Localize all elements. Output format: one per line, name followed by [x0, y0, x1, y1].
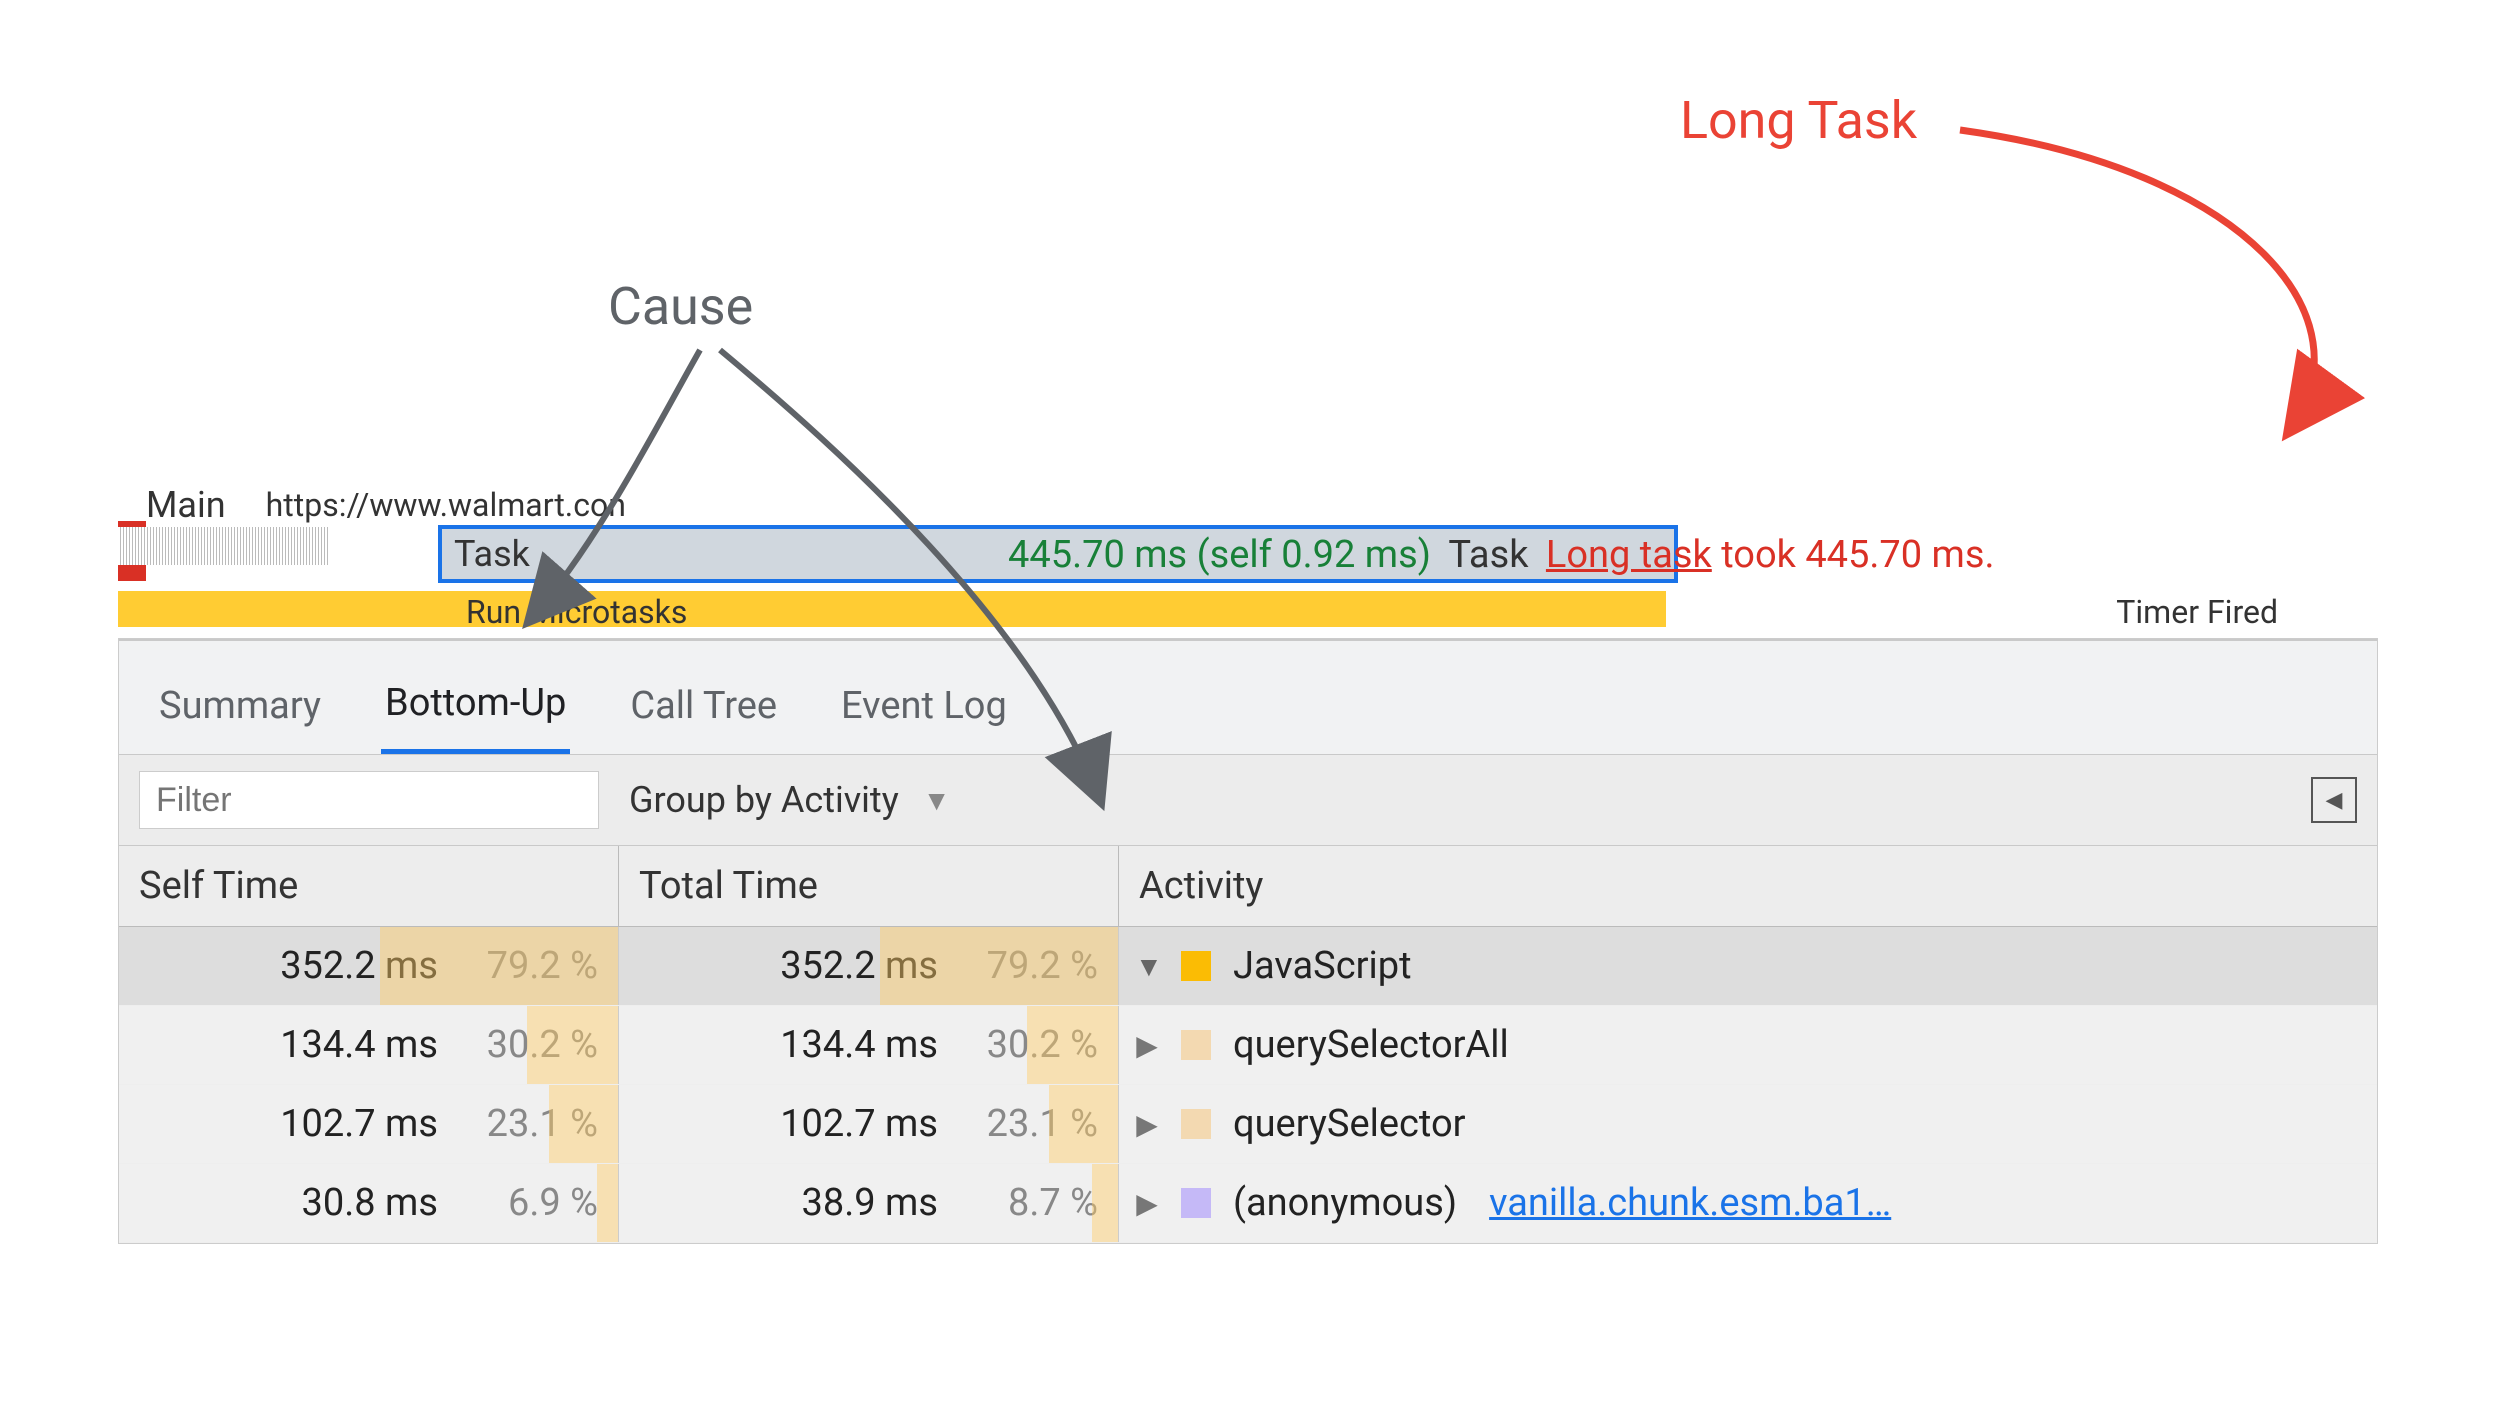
- long-task-link[interactable]: Long task: [1546, 533, 1712, 577]
- activity-name: JavaScript: [1233, 944, 1412, 988]
- activity-name: querySelector: [1233, 1102, 1466, 1146]
- filter-toolbar: Group by Activity ▼: [119, 755, 2377, 846]
- table-row[interactable]: 102.7 ms23.1 %102.7 ms23.1 % ▶ querySelect…: [119, 1085, 2377, 1164]
- group-by-dropdown[interactable]: Group by Activity ▼: [629, 779, 950, 821]
- percent-bar: [549, 1085, 618, 1163]
- disclosure-right-icon[interactable]: ▶: [1135, 1187, 1159, 1220]
- cell-total-time: 102.7 ms23.1 %: [619, 1085, 1119, 1163]
- flamechart-strip: Main https://www.walmart.con Task 445.70…: [118, 485, 2378, 650]
- category-swatch: [1181, 1109, 1211, 1139]
- activity-name: querySelectorAll: [1233, 1023, 1509, 1067]
- cell-self-time: 30.8 ms 6.9 %: [119, 1164, 619, 1242]
- self-time-ms: 102.7 ms: [280, 1102, 438, 1146]
- long-task-rest: took 445.70 ms.: [1712, 533, 1995, 577]
- cell-activity: ▶ (anonymous) vanilla.chunk.esm.ba1…: [1119, 1164, 2377, 1242]
- header-self-time[interactable]: Self Time: [119, 846, 619, 926]
- percent-bar: [1092, 1164, 1118, 1242]
- chevron-down-icon: ▼: [923, 784, 951, 817]
- category-swatch: [1181, 1030, 1211, 1060]
- cell-self-time: 134.4 ms30.2 %: [119, 1006, 619, 1084]
- cell-self-time: 102.7 ms23.1 %: [119, 1085, 619, 1163]
- cell-activity: ▶ querySelector: [1119, 1085, 2377, 1163]
- task-word: Task: [1448, 533, 1528, 577]
- self-time-pct: 6.9 %: [458, 1181, 598, 1225]
- group-by-label: Group by Activity: [629, 779, 899, 821]
- percent-bar: [1027, 1006, 1118, 1084]
- category-swatch: [1181, 1188, 1211, 1218]
- cell-activity: ▶ querySelectorAll: [1119, 1006, 2377, 1084]
- paint-track: [118, 527, 328, 565]
- task-duration: 445.70 ms (self 0.92 ms): [1008, 533, 1431, 577]
- bottom-up-rows: 352.2 ms79.2 %352.2 ms79.2 % ▼ JavaScript 1…: [119, 927, 2377, 1243]
- activity-name: (anonymous): [1233, 1181, 1457, 1225]
- page-url: https://www.walmart.con: [266, 486, 626, 524]
- filter-input[interactable]: [139, 771, 599, 829]
- timer-fired-label: Timer Fired: [2116, 593, 2278, 631]
- self-time-ms: 134.4 ms: [280, 1023, 438, 1067]
- annotation-long-task: Long Task: [1680, 90, 1917, 151]
- task-tooltip: 445.70 ms (self 0.92 ms) Task Long task …: [1008, 533, 1995, 577]
- percent-bar: [527, 1006, 618, 1084]
- source-link[interactable]: vanilla.chunk.esm.ba1…: [1489, 1181, 1891, 1225]
- tab-event-log[interactable]: Event Log: [837, 674, 1011, 752]
- disclosure-down-icon[interactable]: ▼: [1135, 950, 1159, 983]
- microtasks-label: Run Microtasks: [466, 593, 687, 631]
- percent-bar: [880, 927, 1118, 1005]
- column-headers: Self Time Total Time Activity: [119, 846, 2377, 927]
- cell-activity: ▼ JavaScript: [1119, 927, 2377, 1005]
- cell-total-time: 38.9 ms 8.7 %: [619, 1164, 1119, 1242]
- scripting-track: [118, 591, 1666, 627]
- percent-bar: [380, 927, 618, 1005]
- category-swatch: [1181, 951, 1211, 981]
- self-time-ms: 30.8 ms: [302, 1181, 438, 1225]
- table-row[interactable]: 134.4 ms30.2 %134.4 ms30.2 % ▶ querySelect…: [119, 1006, 2377, 1085]
- tab-summary[interactable]: Summary: [155, 674, 325, 752]
- total-time-pct: 8.7 %: [958, 1181, 1098, 1225]
- total-time-ms: 134.4 ms: [780, 1023, 938, 1067]
- total-time-ms: 38.9 ms: [802, 1181, 938, 1225]
- task-bar-label: Task: [454, 533, 530, 575]
- table-row[interactable]: 30.8 ms 6.9 % 38.9 ms 8.7 % ▶ (anonymous) vani…: [119, 1164, 2377, 1243]
- tab-bottom-up[interactable]: Bottom-Up: [381, 671, 570, 754]
- tab-call-tree[interactable]: Call Tree: [626, 674, 781, 752]
- total-time-ms: 102.7 ms: [780, 1102, 938, 1146]
- header-total-time[interactable]: Total Time: [619, 846, 1119, 926]
- details-panel: Summary Bottom-Up Call Tree Event Log Gr…: [118, 638, 2378, 1244]
- cell-total-time: 352.2 ms79.2 %: [619, 927, 1119, 1005]
- disclosure-right-icon[interactable]: ▶: [1135, 1029, 1159, 1062]
- header-activity[interactable]: Activity: [1119, 846, 2377, 926]
- annotation-cause: Cause: [608, 276, 753, 337]
- percent-bar: [597, 1164, 618, 1242]
- show-heaviest-stack-icon[interactable]: [2311, 777, 2357, 823]
- table-row[interactable]: 352.2 ms79.2 %352.2 ms79.2 % ▼ JavaScript: [119, 927, 2377, 1006]
- disclosure-right-icon[interactable]: ▶: [1135, 1108, 1159, 1141]
- details-tabs: Summary Bottom-Up Call Tree Event Log: [119, 639, 2377, 755]
- cell-self-time: 352.2 ms79.2 %: [119, 927, 619, 1005]
- percent-bar: [1049, 1085, 1118, 1163]
- cell-total-time: 134.4 ms30.2 %: [619, 1006, 1119, 1084]
- thread-label: Main: [146, 484, 226, 526]
